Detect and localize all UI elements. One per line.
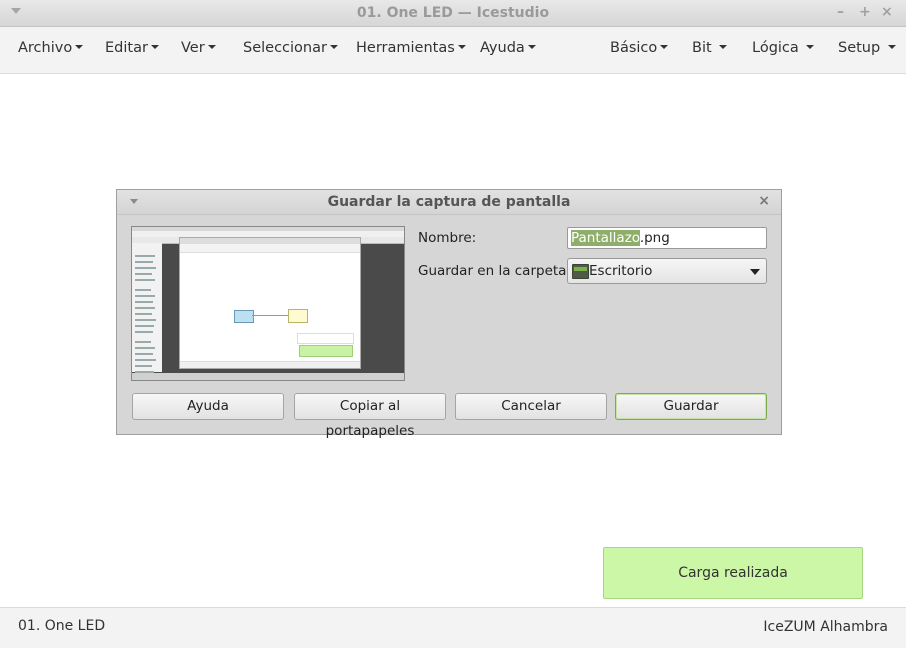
chevron-down-icon [750,269,760,275]
window-title: 01. One LED — Icestudio [356,5,550,21]
menu-editar[interactable]: Editar [105,40,159,56]
save-screenshot-dialog: Guardar la captura de pantalla × Nombre:… [116,189,782,439]
chevron-down-icon [329,45,338,49]
statusbar: 01. One LED IceZUM Alhambra [0,607,906,648]
close-icon[interactable]: × [881,4,893,20]
menu-setup[interactable]: Setup [838,40,896,56]
folder-label: Guardar en la carpeta: [418,263,571,279]
load-complete-notification[interactable]: Carga realizada [603,547,863,599]
minimize-icon[interactable]: – [837,4,844,20]
dialog-close-icon[interactable]: × [758,193,770,209]
chevron-down-icon [457,45,466,49]
chevron-down-icon [806,45,815,49]
preview-sidebar [132,243,162,373]
chevron-down-icon [719,45,728,49]
dialog-title: Guardar la captura de pantalla [327,194,571,210]
save-button[interactable]: Guardar [615,393,767,420]
chevron-down-icon [660,45,669,49]
chevron-down-icon [527,45,536,49]
preview-taskbar [132,373,404,380]
menu-logica[interactable]: Lógica [752,40,815,56]
menu-seleccionar[interactable]: Seleccionar [243,40,338,56]
filename-input[interactable]: Pantallazo.png [567,227,767,249]
filename-extension-text: .png [639,230,670,246]
preview-led-block [288,309,308,323]
dialog-titlebar: Guardar la captura de pantalla × [117,190,781,215]
menu-basico[interactable]: Básico [610,40,669,56]
cancel-button[interactable]: Cancelar [455,393,607,420]
maximize-icon[interactable]: + [859,4,871,20]
folder-select-value: Escritorio [589,263,653,279]
chevron-down-icon [150,45,159,49]
menu-archivo[interactable]: Archivo [18,40,84,56]
window-titlebar: 01. One LED — Icestudio – + × [0,0,906,27]
menu-ver[interactable]: Ver [181,40,216,56]
copy-clipboard-button[interactable]: Copiar al portapapeles [294,393,446,439]
preview-block [234,310,254,323]
preview-notification [299,345,353,357]
chevron-down-icon [207,45,216,49]
name-label: Nombre: [418,230,477,246]
board-name[interactable]: IceZUM Alhambra [763,619,888,635]
project-name: 01. One LED [18,618,106,634]
chevron-down-icon [75,45,84,49]
folder-select[interactable]: Escritorio [567,258,767,284]
chevron-down-icon [887,45,896,49]
desktop-folder-icon [572,264,589,279]
screenshot-preview [131,226,405,381]
filename-selected-text: Pantallazo [571,230,640,246]
menu-bit[interactable]: Bit [692,40,728,56]
menu-herramientas[interactable]: Herramientas [356,40,466,56]
menubar: Archivo Editar Ver Seleccionar Herramien… [0,27,906,74]
help-button[interactable]: Ayuda [132,393,284,420]
menu-ayuda[interactable]: Ayuda [480,40,536,56]
preview-app-window [179,237,361,369]
